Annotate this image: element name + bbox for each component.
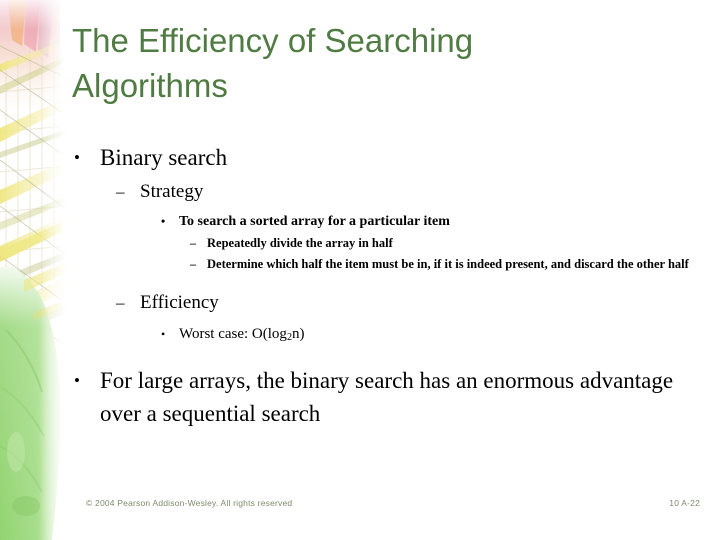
artwork-top-fade	[0, 0, 72, 30]
artwork-right-fade	[0, 0, 72, 540]
slide-body: • Binary search – Strategy • To search a…	[74, 143, 694, 430]
scaffold-struts	[0, 45, 71, 347]
dash-marker-icon: –	[190, 236, 196, 250]
bullet-marker-icon: •	[74, 148, 80, 167]
bullet-binary-search-text: Binary search	[100, 145, 228, 170]
lattice-grid	[0, 40, 67, 300]
dash-marker-icon: –	[116, 293, 125, 312]
bullet-strategy-text: Strategy	[140, 181, 204, 202]
bullet-determine-half-text: Determine which half the item must be in…	[207, 257, 689, 271]
dash-marker-icon: –	[190, 257, 196, 271]
bullet-repeatedly-divide: – Repeatedly divide the array in half	[190, 234, 694, 253]
worst-case-prefix: Worst case: O(log	[179, 326, 287, 342]
bullet-worst-case: • Worst case: O(log2n)	[161, 324, 694, 348]
bullet-large-arrays: • For large arrays, the binary search ha…	[74, 364, 694, 430]
bullet-marker-icon: •	[74, 371, 80, 391]
worst-case-suffix: n)	[292, 326, 305, 342]
decorative-artwork-svg	[0, 0, 72, 540]
bullet-marker-icon: •	[161, 327, 166, 341]
slide-title: The Efficiency of Searching Algorithms	[72, 18, 632, 108]
bullet-efficiency: – Efficiency	[116, 290, 694, 316]
footer-copyright: © 2004 Pearson Addison-Wesley. All right…	[86, 498, 293, 508]
bullet-strategy: – Strategy	[116, 179, 694, 205]
bullet-large-arrays-text: For large arrays, the binary search has …	[100, 368, 674, 427]
top-pink-wash	[0, 0, 60, 120]
efficiency-group: – Efficiency • Worst case: O(log2n)	[74, 290, 694, 348]
left-border-artwork	[0, 0, 72, 540]
bullet-to-search-text: To search a sorted array for a particula…	[179, 214, 450, 229]
footer-page-number: 10 A-22	[669, 498, 700, 508]
bullet-determine-half: – Determine which half the item must be …	[190, 255, 694, 274]
bullet-worst-case-text: Worst case: O(log2n)	[179, 324, 694, 348]
bullet-marker-icon: •	[161, 214, 166, 228]
slide-title-line-1: The Efficiency of Searching	[72, 22, 474, 59]
lower-beams	[0, 222, 70, 320]
bullet-to-search: • To search a sorted array for a particu…	[161, 211, 694, 232]
slide-title-line-2: Algorithms	[72, 67, 228, 104]
bullet-efficiency-text: Efficiency	[140, 292, 219, 313]
green-foliage-blob	[0, 266, 61, 540]
bullet-binary-search: • Binary search	[74, 143, 694, 173]
dash-marker-icon: –	[116, 182, 125, 201]
diagonal-beams	[0, 40, 70, 342]
bullet-repeatedly-divide-text: Repeatedly divide the array in half	[207, 236, 393, 250]
presentation-slide: The Efficiency of Searching Algorithms •…	[0, 0, 720, 540]
